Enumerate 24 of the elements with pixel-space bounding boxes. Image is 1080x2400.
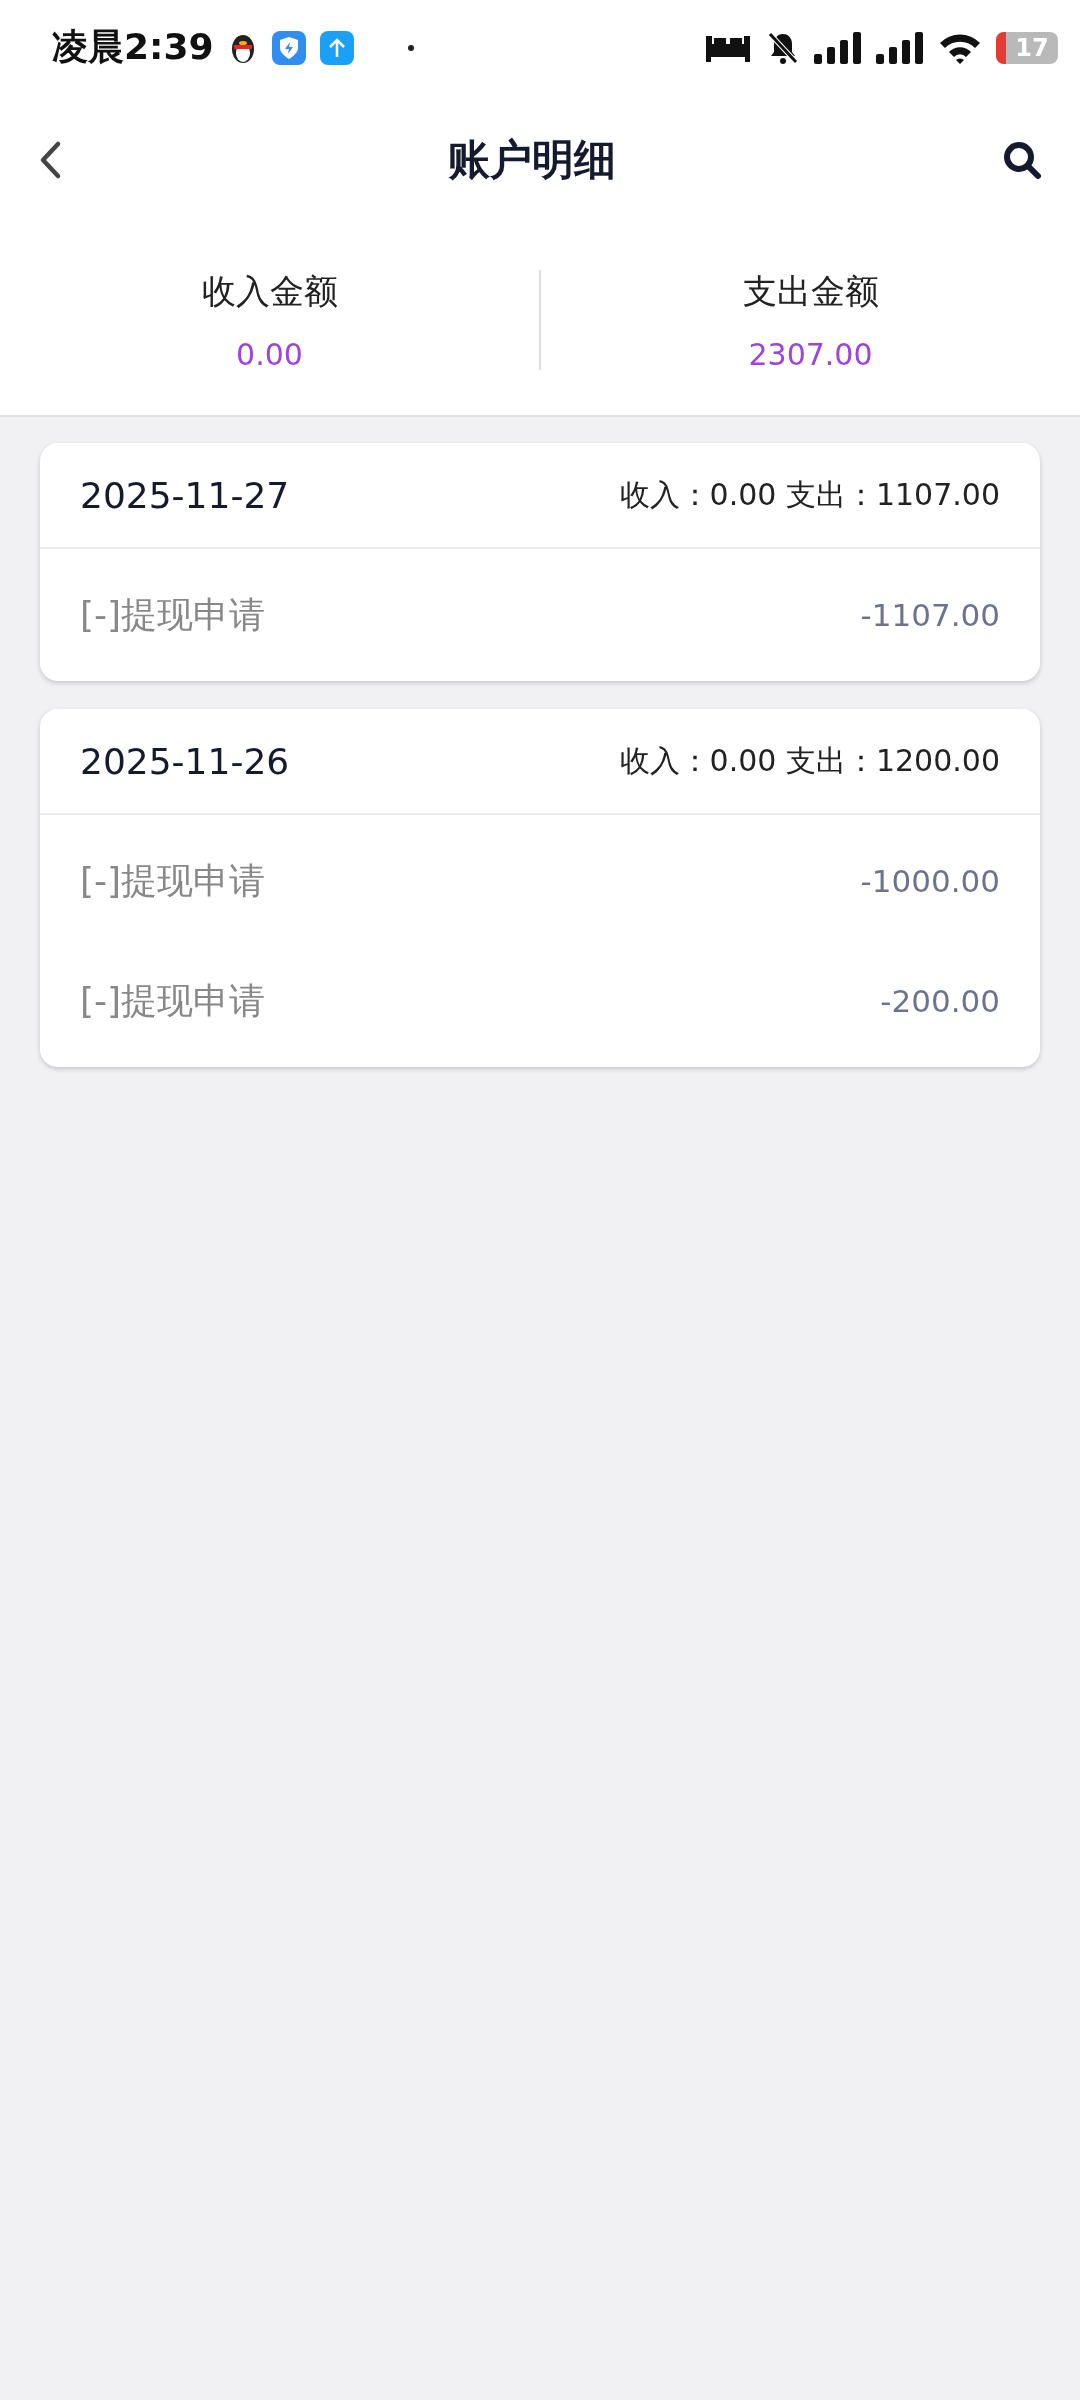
- upload-icon: [319, 30, 354, 65]
- date-label: 2025-11-26: [80, 740, 290, 782]
- date-label: 2025-11-27: [80, 474, 290, 516]
- entry-amount: -200.00: [880, 983, 1000, 1019]
- dot-icon: [407, 44, 414, 51]
- day-totals: 收入：0.00 支出：1107.00: [619, 475, 1000, 514]
- back-icon: [38, 140, 62, 180]
- page-title: 账户明细: [448, 134, 616, 186]
- summary-label: 支出金额: [742, 269, 879, 313]
- signal-icon: [814, 31, 862, 64]
- entry-title: [-]提现申请: [80, 978, 266, 1023]
- shield-icon: [271, 30, 306, 65]
- entry-title: [-]提现申请: [80, 858, 266, 903]
- summary-label: 收入金额: [201, 269, 338, 313]
- summary-amount: 0.00: [236, 336, 303, 372]
- search-icon: [1002, 140, 1042, 180]
- battery-icon: 17: [996, 31, 1058, 64]
- clock: 凌晨2:39: [52, 25, 214, 69]
- day-totals: 收入：0.00 支出：1200.00: [619, 741, 1000, 780]
- summary-amount: 2307.00: [748, 336, 873, 372]
- entry-amount: -1107.00: [860, 597, 1000, 633]
- entry-title: [-]提现申请: [80, 592, 266, 637]
- entry-amount: -1000.00: [860, 863, 1000, 899]
- signal-icon: [876, 31, 924, 64]
